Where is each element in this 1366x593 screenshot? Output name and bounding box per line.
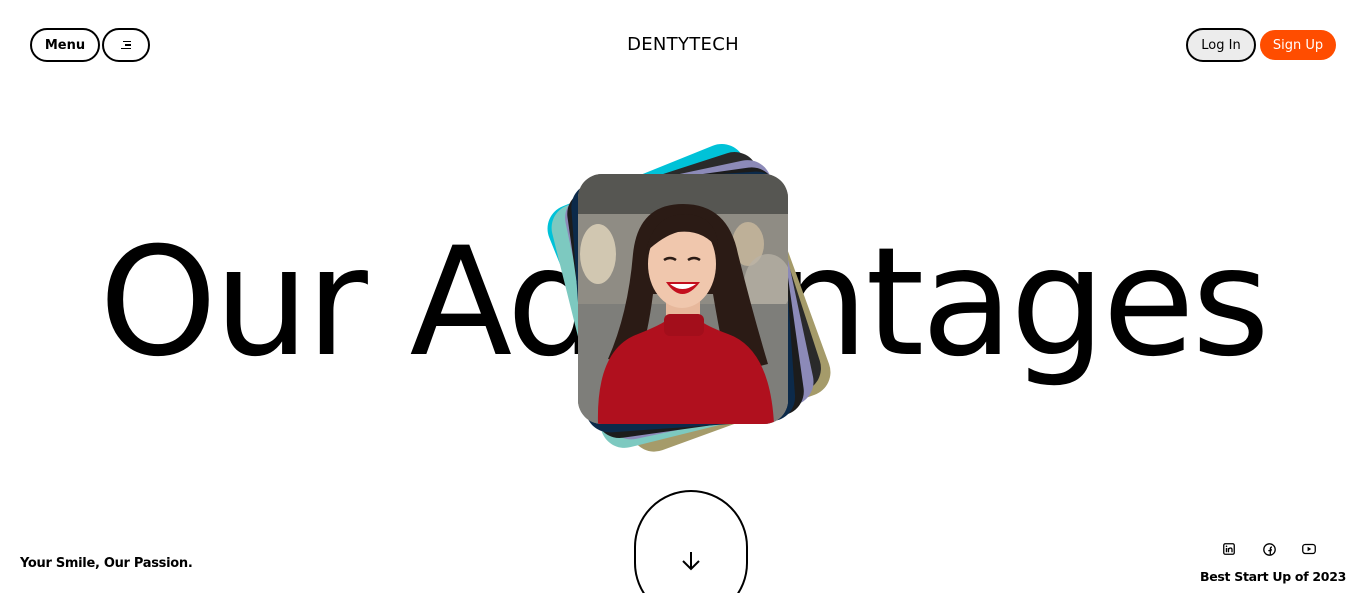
- tagline: Your Smile, Our Passion.: [20, 556, 193, 571]
- youtube-icon[interactable]: [1302, 542, 1316, 556]
- scroll-down-button[interactable]: [634, 490, 748, 593]
- card-stack: [540, 136, 838, 459]
- login-button[interactable]: Log In: [1186, 28, 1256, 62]
- hero-photo: [578, 174, 788, 424]
- brand-logo[interactable]: DENTYTECH: [0, 34, 1366, 55]
- facebook-icon[interactable]: [1262, 542, 1276, 556]
- arrow-down-icon: [682, 552, 700, 571]
- portrait-image: [578, 174, 788, 424]
- login-label: Log In: [1201, 37, 1241, 53]
- auth-group: Log In Sign Up: [1186, 28, 1336, 62]
- signup-label: Sign Up: [1272, 37, 1324, 53]
- award-text: Best Start Up of 2023: [1200, 569, 1346, 584]
- social-links: [1222, 542, 1316, 556]
- landing-page: Menu DENTYTECH Log In Sign Up Our Advant…: [0, 0, 1366, 593]
- linkedin-icon[interactable]: [1222, 542, 1236, 556]
- signup-button[interactable]: Sign Up: [1260, 30, 1336, 60]
